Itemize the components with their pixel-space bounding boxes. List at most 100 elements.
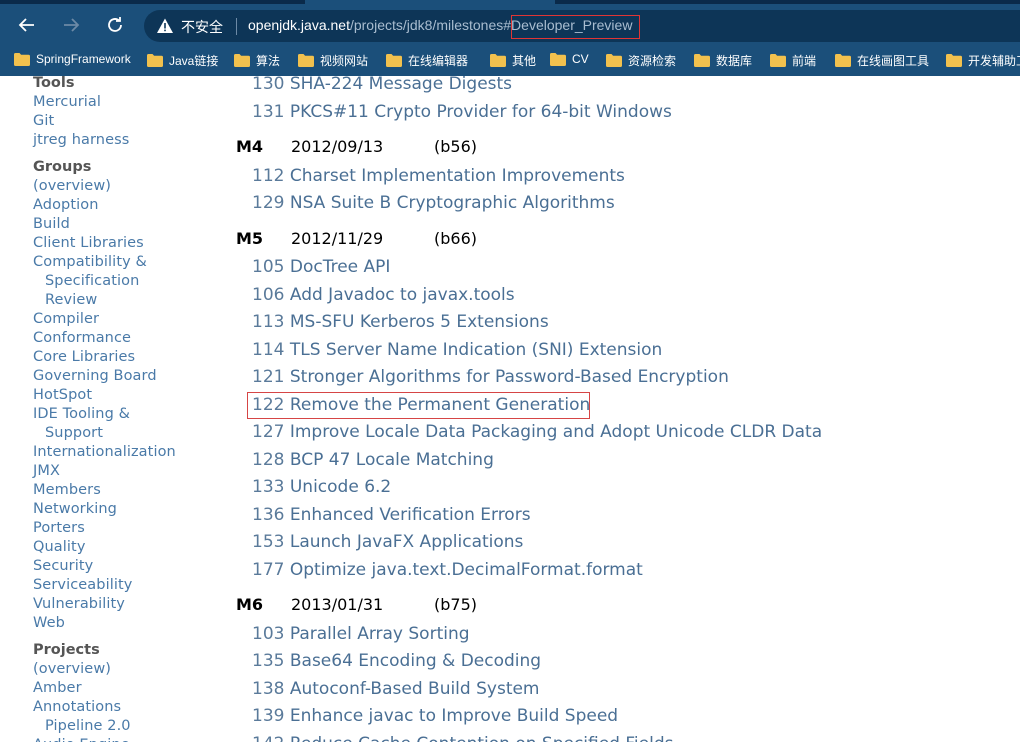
sidebar-link[interactable]: Vulnerability: [33, 596, 125, 612]
sidebar-link[interactable]: Networking: [33, 501, 117, 517]
bookmark-label: CV: [572, 52, 589, 66]
jep-link[interactable]: 112 Charset Implementation Improvements: [252, 166, 625, 186]
jep-number: 142: [252, 734, 284, 742]
folder-icon: [946, 54, 962, 67]
jep-title: Autoconf-Based Build System: [289, 678, 540, 699]
jep-link[interactable]: 153 Launch JavaFX Applications: [252, 532, 523, 552]
folder-icon: [147, 54, 163, 67]
jep-link[interactable]: 129 NSA Suite B Cryptographic Algorithms: [252, 193, 615, 213]
sidebar-link[interactable]: Governing Board: [33, 368, 157, 384]
sidebar-link[interactable]: Pipeline 2.0: [45, 718, 131, 734]
jep-number: 177: [252, 559, 285, 580]
jep-number: 105: [252, 257, 285, 277]
sidebar-link[interactable]: Compatibility &: [33, 254, 147, 270]
sidebar-link[interactable]: Specification: [45, 273, 139, 289]
jep-link[interactable]: 106 Add Javadoc to javax.tools: [252, 285, 515, 305]
bookmark-item[interactable]: 在线画图工具: [835, 52, 929, 69]
sidebar-link[interactable]: Core Libraries: [33, 349, 135, 365]
jep-link[interactable]: 122 Remove the Permanent Generation: [252, 395, 590, 415]
jep-link[interactable]: 103 Parallel Array Sorting: [252, 624, 470, 644]
sidebar-link[interactable]: Internationalization: [33, 444, 176, 460]
jep-link[interactable]: 130 SHA-224 Message Digests: [252, 76, 512, 94]
jep-title: Remove the Permanent Generation: [289, 394, 591, 415]
milestone-build: (b66): [434, 228, 477, 248]
sidebar-link[interactable]: Porters: [33, 520, 85, 536]
bookmark-item[interactable]: 开发辅助工: [946, 52, 1020, 69]
bookmark-item[interactable]: 数据库: [694, 52, 752, 69]
folder-icon: [770, 54, 786, 67]
jep-title: Add Javadoc to javax.tools: [289, 284, 515, 305]
sidebar-link[interactable]: IDE Tooling &: [33, 406, 130, 422]
bookmark-item[interactable]: 资源检索: [606, 52, 676, 69]
jep-number: 139: [252, 706, 285, 726]
jep-title: Improve Locale Data Packaging and Adopt …: [289, 422, 823, 442]
jep-number: 131: [252, 101, 285, 122]
forward-button[interactable]: [58, 12, 84, 38]
sidebar-link[interactable]: Annotations: [33, 699, 121, 715]
bookmark-item[interactable]: Java链接: [147, 52, 218, 69]
sidebar-link[interactable]: Security: [33, 558, 93, 574]
sidebar-link[interactable]: HotSpot: [33, 387, 92, 403]
sidebar-link[interactable]: Mercurial: [33, 94, 101, 110]
sidebar-link[interactable]: Members: [33, 482, 101, 498]
url-path: /projects/jdk8/milestones#: [349, 17, 512, 33]
sidebar-link[interactable]: Support: [45, 425, 103, 441]
jep-title: TLS Server Name Indication (SNI) Extensi…: [289, 339, 663, 360]
url-host: openjdk.java.net: [248, 17, 350, 33]
jep-link[interactable]: 133 Unicode 6.2: [252, 477, 391, 497]
jep-link[interactable]: 177 Optimize java.text.DecimalFormat.for…: [252, 560, 643, 580]
sidebar-link[interactable]: Git: [33, 113, 54, 129]
bookmark-item[interactable]: 算法: [234, 52, 280, 69]
sidebar-link[interactable]: Web: [33, 615, 65, 631]
jep-link[interactable]: 131 PKCS#11 Crypto Provider for 64-bit W…: [252, 102, 672, 122]
jep-number: 121: [252, 367, 285, 387]
jep-link[interactable]: 114 TLS Server Name Indication (SNI) Ext…: [252, 340, 662, 360]
security-label[interactable]: 不安全: [181, 17, 223, 37]
jep-link[interactable]: 105 DocTree API: [252, 257, 390, 277]
sidebar-link[interactable]: Audio Engine: [33, 737, 130, 742]
folder-icon: [835, 54, 851, 67]
sidebar-link[interactable]: (overview): [33, 178, 111, 194]
jep-number: 138: [252, 678, 285, 699]
bookmark-item[interactable]: 视频网站: [298, 52, 368, 69]
sidebar-link[interactable]: jtreg harness: [33, 132, 129, 148]
jep-link[interactable]: 121 Stronger Algorithms for Password-Bas…: [252, 367, 729, 387]
jep-link[interactable]: 113 MS-SFU Kerberos 5 Extensions: [252, 312, 549, 332]
jep-title: MS-SFU Kerberos 5 Extensions: [289, 312, 549, 332]
jep-title: Unicode 6.2: [289, 477, 392, 497]
jep-number: 153: [252, 532, 285, 552]
sidebar-link[interactable]: Build: [33, 216, 70, 232]
sidebar-link[interactable]: Amber: [33, 680, 82, 696]
milestone-name: M4: [236, 137, 264, 156]
bookmark-item[interactable]: SpringFramework: [14, 52, 131, 66]
sidebar-link[interactable]: (overview): [33, 661, 111, 677]
jep-number: 127: [252, 422, 285, 442]
bookmark-item[interactable]: 其他: [490, 52, 536, 69]
folder-icon: [298, 54, 314, 67]
sidebar-link[interactable]: Adoption: [33, 197, 99, 213]
jep-link[interactable]: 139 Enhance javac to Improve Build Speed: [252, 706, 618, 726]
jep-title: Parallel Array Sorting: [289, 623, 470, 644]
bookmark-item[interactable]: 前端: [770, 52, 816, 69]
jep-link[interactable]: 136 Enhanced Verification Errors: [252, 505, 531, 525]
jep-link[interactable]: 142 Reduce Cache Contention on Specified…: [252, 734, 673, 742]
back-button[interactable]: [14, 12, 40, 38]
sidebar-link[interactable]: Serviceability: [33, 577, 132, 593]
jep-title: Base64 Encoding & Decoding: [289, 651, 542, 671]
jep-link[interactable]: 138 Autoconf-Based Build System: [252, 679, 540, 699]
sidebar-link[interactable]: JMX: [33, 463, 60, 479]
jep-link[interactable]: 135 Base64 Encoding & Decoding: [252, 651, 541, 671]
sidebar-link[interactable]: Quality: [33, 539, 86, 555]
sidebar-link[interactable]: Client Libraries: [33, 235, 144, 251]
address-separator: [236, 18, 237, 35]
bookmark-item[interactable]: 在线编辑器: [386, 52, 468, 69]
jep-link[interactable]: 127 Improve Locale Data Packaging and Ad…: [252, 422, 822, 442]
sidebar-link[interactable]: Compiler: [33, 311, 99, 327]
jep-number: 129: [252, 193, 285, 213]
jep-title: Optimize java.text.DecimalFormat.format: [289, 559, 643, 580]
sidebar-link[interactable]: Conformance: [33, 330, 131, 346]
sidebar-link[interactable]: Review: [45, 292, 97, 308]
bookmark-item[interactable]: CV: [550, 52, 589, 66]
reload-button[interactable]: [102, 12, 128, 38]
jep-link[interactable]: 128 BCP 47 Locale Matching: [252, 450, 494, 470]
